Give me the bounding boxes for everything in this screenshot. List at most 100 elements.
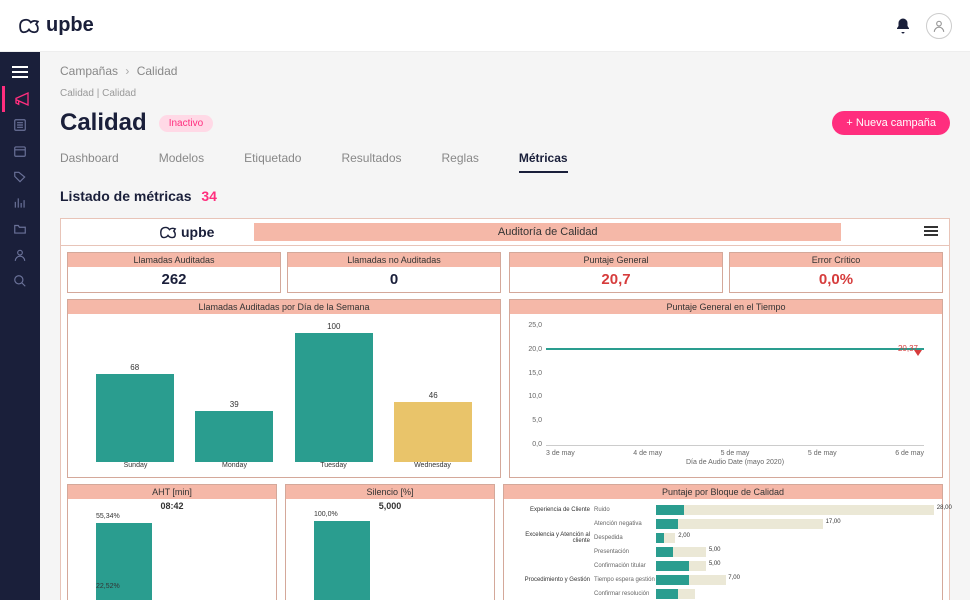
new-campaign-button[interactable]: + Nueva campaña	[832, 111, 950, 135]
bar-label: 55,34%	[96, 513, 120, 520]
score-bars: 5,00	[656, 547, 934, 557]
score-row: Atención negativa17,00	[512, 517, 934, 531]
x-tick: 6 de may	[895, 450, 924, 457]
x-tick: 3 de may	[546, 450, 575, 457]
score-bars: 17,00	[656, 519, 934, 529]
bar-label: 22,52%	[96, 583, 120, 590]
chart-title: AHT [min]	[68, 485, 276, 499]
sidebar-item-tag[interactable]	[0, 164, 40, 190]
kpi-value: 262	[68, 267, 280, 292]
brand-logo[interactable]: upbe	[18, 14, 94, 37]
score-value: 7,00	[728, 575, 740, 581]
chart-weekday: Llamadas Auditadas por Día de la Semana …	[67, 299, 501, 478]
score-sub: Confirmación titular	[594, 563, 656, 569]
bar	[96, 374, 174, 462]
kpi-row: Llamadas Auditadas 262 Llamadas no Audit…	[61, 246, 949, 299]
y-tick: 0,0	[518, 441, 542, 448]
kpi-label: Puntaje General	[510, 253, 722, 267]
chart-title: Silencio [%]	[286, 485, 494, 499]
page-title: Calidad	[60, 109, 147, 137]
y-tick: 10,0	[518, 393, 542, 400]
sidebar-item-list[interactable]	[0, 112, 40, 138]
score-value: 2,00	[678, 533, 690, 539]
score-fg-bar	[656, 519, 678, 529]
bar-col: 39	[186, 322, 284, 462]
x-axis-label: Día de Audio Date (mayo 2020)	[546, 459, 924, 466]
bar	[314, 521, 370, 600]
hamburger-icon[interactable]	[0, 58, 40, 86]
score-fg-bar	[656, 533, 664, 543]
main-content: Campañas › Calidad Calidad | Calidad Cal…	[40, 52, 970, 600]
score-row: Confirmar resolución	[512, 587, 934, 600]
score-bars: 2,00	[656, 533, 934, 543]
bar-col: 68	[86, 322, 184, 462]
score-bg-bar	[656, 519, 823, 529]
score-fg-bar	[656, 589, 678, 599]
kpi-value: 0,0%	[730, 267, 942, 292]
dashboard-title: Auditoría de Calidad	[254, 223, 841, 241]
tabs: Dashboard Modelos Etiquetado Resultados …	[60, 151, 950, 174]
score-row: Experiencia de ClienteRuido28,00	[512, 503, 934, 517]
chart-title: Puntaje General en el Tiempo	[510, 300, 942, 314]
tab-dashboard[interactable]: Dashboard	[60, 151, 119, 173]
path-a: Calidad	[60, 88, 94, 99]
score-sub: Ruido	[594, 507, 656, 513]
tab-metricas[interactable]: Métricas	[519, 151, 568, 173]
tab-modelos[interactable]: Modelos	[159, 151, 204, 173]
section-subtitle: Listado de métricas 34	[60, 188, 950, 204]
score-sub: Atención negativa	[594, 521, 656, 527]
bar	[295, 333, 373, 462]
y-tick: 15,0	[518, 370, 542, 377]
bar	[195, 411, 273, 462]
status-badge: Inactivo	[159, 115, 213, 132]
bar-value: 39	[230, 400, 239, 409]
breadcrumb-b[interactable]: Calidad	[137, 64, 178, 78]
score-bars	[656, 589, 934, 599]
line-series	[546, 348, 924, 350]
dash-brand: upbe	[181, 224, 214, 240]
sidebar-item-analytics[interactable]	[0, 190, 40, 216]
dashboard-menu-icon[interactable]	[921, 223, 941, 241]
user-avatar[interactable]	[926, 13, 952, 39]
tab-resultados[interactable]: Resultados	[341, 151, 401, 173]
kpi-value: 0	[288, 267, 500, 292]
bell-icon[interactable]	[894, 17, 912, 35]
kpi-critical-error: Error Crítico 0,0%	[729, 252, 943, 293]
bar-value: 100	[327, 322, 340, 331]
score-fg-bar	[656, 561, 689, 571]
score-row: Confirmación titular5,00	[512, 559, 934, 573]
score-bars: 28,00	[656, 505, 934, 515]
kpi-value: 20,7	[510, 267, 722, 292]
y-tick: 5,0	[518, 417, 542, 424]
subtitle-text: Listado de métricas	[60, 188, 192, 204]
sub-path: Calidad | Calidad	[60, 88, 950, 99]
score-sub: Tiempo espera gestión	[594, 577, 656, 583]
axis-label: Wednesday	[383, 462, 482, 469]
chart-header-value: 08:42	[68, 499, 276, 513]
y-tick: 20,0	[518, 346, 542, 353]
sidebar-item-search[interactable]	[0, 268, 40, 294]
axis-label: Tuesday	[284, 462, 383, 469]
chart-quality-block: Puntaje por Bloque de Calidad Experienci…	[503, 484, 943, 600]
sidebar-item-calendar[interactable]	[0, 138, 40, 164]
score-fg-bar	[656, 505, 684, 515]
logo-icon	[18, 18, 40, 34]
chart-title: Puntaje por Bloque de Calidad	[504, 485, 942, 499]
sidebar-item-folder[interactable]	[0, 216, 40, 242]
score-category: Procedimiento y Gestión	[512, 577, 594, 583]
breadcrumb-a[interactable]: Campañas	[60, 64, 118, 78]
x-tick: 4 de may	[633, 450, 662, 457]
bar	[96, 593, 152, 600]
bar-label: 100,0%	[314, 511, 338, 518]
brand-name: upbe	[46, 14, 94, 37]
tab-etiquetado[interactable]: Etiquetado	[244, 151, 301, 173]
kpi-general-score: Puntaje General 20,7	[509, 252, 723, 293]
tab-reglas[interactable]: Reglas	[442, 151, 479, 173]
user-icon	[932, 19, 946, 33]
sidebar-item-campaigns[interactable]	[2, 86, 39, 112]
score-bars: 7,00	[656, 575, 934, 585]
metric-count: 34	[201, 188, 217, 204]
sidebar-item-users[interactable]	[0, 242, 40, 268]
score-fg-bar	[656, 547, 673, 557]
score-bg-bar	[656, 505, 934, 515]
